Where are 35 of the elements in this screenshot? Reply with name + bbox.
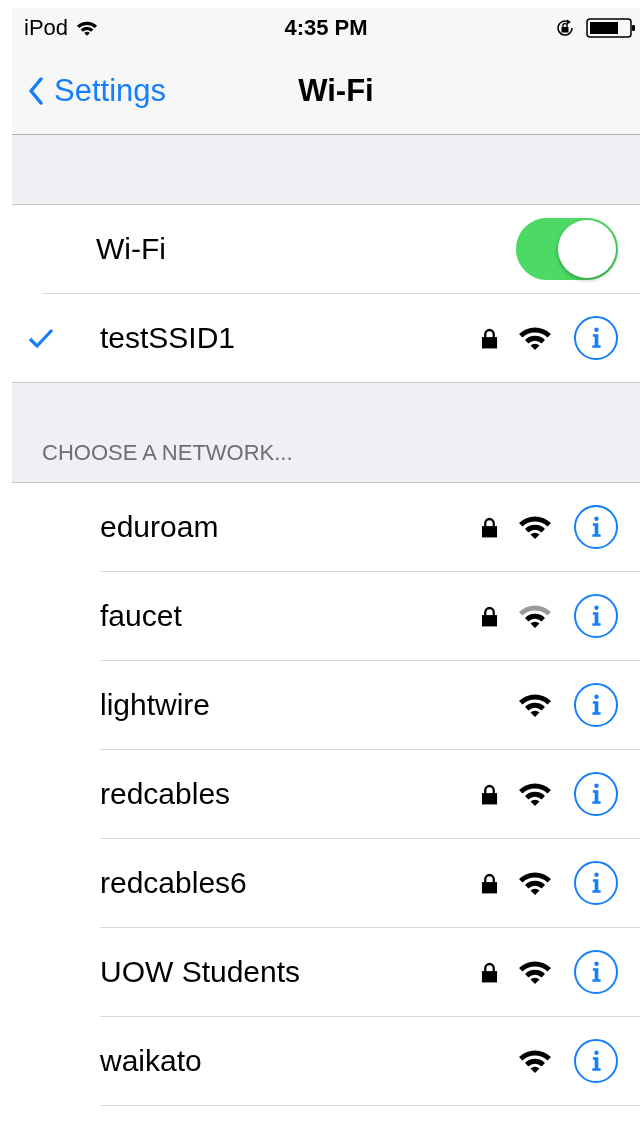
battery-icon: [586, 17, 636, 39]
section-header: CHOOSE A NETWORK...: [42, 440, 293, 466]
info-icon: [590, 604, 602, 628]
wifi-signal-icon: [76, 19, 99, 37]
info-button[interactable]: [574, 683, 618, 727]
network-name[interactable]: eduroam: [100, 510, 481, 544]
status-time: 4:35 PM: [284, 15, 368, 41]
network-name[interactable]: redcables6: [100, 866, 481, 900]
info-icon: [590, 693, 602, 717]
info-icon: [590, 515, 602, 539]
info-button[interactable]: [574, 594, 618, 638]
info-button[interactable]: [574, 772, 618, 816]
wifi-label: Wi-Fi: [96, 232, 166, 266]
info-icon: [590, 871, 602, 895]
back-button[interactable]: Settings: [12, 73, 166, 109]
network-name[interactable]: testSSID1: [100, 321, 481, 355]
rotation-lock-icon: [554, 17, 576, 39]
wifi-switch[interactable]: [516, 218, 618, 280]
screen-title: Wi-Fi: [298, 73, 374, 109]
info-button[interactable]: [574, 1039, 618, 1083]
info-button[interactable]: [574, 861, 618, 905]
info-icon: [590, 1049, 602, 1073]
back-chevron-icon: [28, 77, 44, 105]
info-button[interactable]: [574, 505, 618, 549]
network-name[interactable]: waikato: [100, 1044, 481, 1078]
info-icon: [590, 960, 602, 984]
info-button[interactable]: [574, 950, 618, 994]
info-icon: [590, 782, 602, 806]
network-name[interactable]: redcables: [100, 777, 481, 811]
info-icon: [590, 326, 602, 350]
network-name[interactable]: lightwire: [100, 688, 481, 722]
info-button[interactable]: [574, 316, 618, 360]
device-name: iPod: [24, 15, 69, 41]
network-name[interactable]: faucet: [100, 599, 481, 633]
network-name[interactable]: UOW Students: [100, 955, 481, 989]
